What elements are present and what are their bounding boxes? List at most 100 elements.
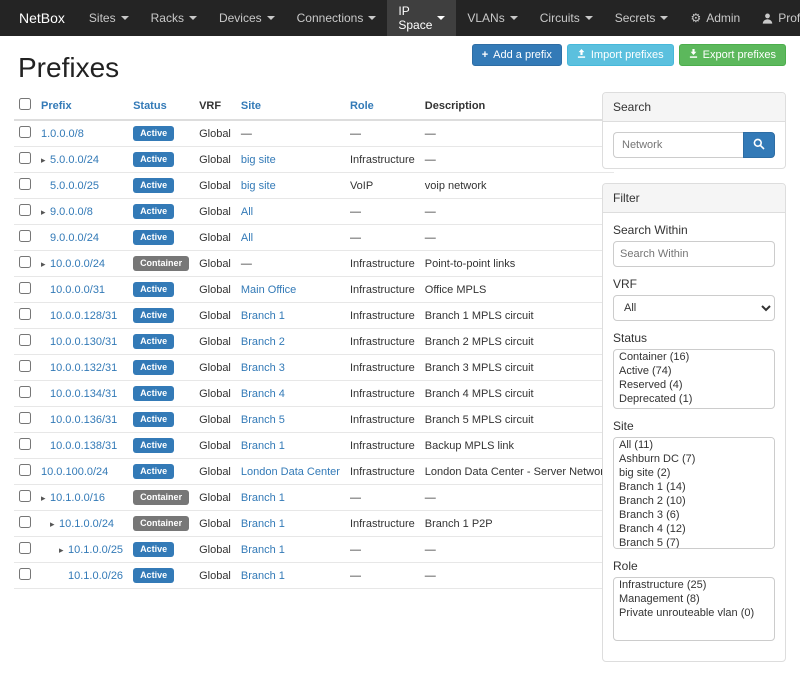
prefix-link[interactable]: 10.0.100.0/24: [41, 466, 108, 478]
role-filter-select[interactable]: Infrastructure (25)Management (8)Private…: [613, 577, 775, 641]
row-checkbox[interactable]: [19, 412, 31, 424]
select-option[interactable]: Branch 5 (7): [614, 536, 774, 549]
select-option[interactable]: Deprecated (1): [614, 392, 774, 406]
description-value: —: [425, 570, 436, 582]
select-option[interactable]: Branch 2 (10): [614, 494, 774, 508]
row-checkbox[interactable]: [19, 490, 31, 502]
select-option[interactable]: Management (8): [614, 592, 774, 606]
select-option[interactable]: Active (74): [614, 364, 774, 378]
vrf-select[interactable]: All: [613, 295, 775, 321]
select-option[interactable]: Ashburn DC (7): [614, 452, 774, 466]
prefix-link[interactable]: 10.1.0.0/26: [68, 570, 123, 582]
prefix-link[interactable]: 5.0.0.0/24: [50, 154, 99, 166]
add-prefix-button[interactable]: + Add a prefix: [472, 44, 562, 66]
select-option[interactable]: Infrastructure (25): [614, 578, 774, 592]
row-checkbox[interactable]: [19, 178, 31, 190]
row-checkbox[interactable]: [19, 308, 31, 320]
site-link[interactable]: Branch 1: [241, 544, 285, 556]
site-link[interactable]: London Data Center: [241, 466, 340, 478]
row-checkbox[interactable]: [19, 256, 31, 268]
nav-item-ip-space[interactable]: IP Space: [387, 0, 456, 36]
prefix-link[interactable]: 10.0.0.128/31: [50, 310, 117, 322]
prefix-link[interactable]: 10.0.0.136/31: [50, 414, 117, 426]
site-link[interactable]: Main Office: [241, 284, 296, 296]
row-checkbox[interactable]: [19, 334, 31, 346]
site-link[interactable]: Branch 1: [241, 440, 285, 452]
site-link[interactable]: All: [241, 206, 253, 218]
column-header-site[interactable]: Site: [241, 100, 261, 112]
row-checkbox[interactable]: [19, 386, 31, 398]
search-within-input[interactable]: [613, 241, 775, 267]
site-link[interactable]: Branch 1: [241, 570, 285, 582]
navbar-menu: Sites Racks Devices Connections IP Space…: [78, 0, 680, 36]
select-option[interactable]: Branch 3 (6): [614, 508, 774, 522]
site-link[interactable]: Branch 2: [241, 336, 285, 348]
nav-item-racks[interactable]: Racks: [140, 0, 208, 36]
site-link[interactable]: Branch 1: [241, 492, 285, 504]
hierarchy-arrow-icon: ▸: [41, 207, 50, 218]
row-checkbox[interactable]: [19, 126, 31, 138]
prefix-link[interactable]: 5.0.0.0/25: [50, 180, 99, 192]
nav-item-connections[interactable]: Connections: [286, 0, 388, 36]
select-option[interactable]: big site (2): [614, 466, 774, 480]
row-checkbox[interactable]: [19, 152, 31, 164]
column-header-role[interactable]: Role: [350, 100, 374, 112]
search-input[interactable]: [613, 132, 743, 158]
nav-item-profile[interactable]: Profile: [751, 0, 800, 36]
row-checkbox[interactable]: [19, 204, 31, 216]
site-link[interactable]: All: [241, 232, 253, 244]
select-option[interactable]: Reserved (4): [614, 378, 774, 392]
prefix-link[interactable]: 10.0.0.130/31: [50, 336, 117, 348]
import-prefixes-button[interactable]: Import prefixes: [567, 44, 674, 66]
nav-item-circuits[interactable]: Circuits: [529, 0, 604, 36]
prefix-link[interactable]: 10.0.0.0/31: [50, 284, 105, 296]
navbar-brand[interactable]: NetBox: [6, 0, 78, 36]
prefix-link[interactable]: 10.1.0.0/25: [68, 544, 123, 556]
filter-panel: Filter Search Within VRF All Status Cont…: [602, 183, 786, 662]
row-indent: [41, 419, 50, 420]
row-checkbox[interactable]: [19, 230, 31, 242]
site-link[interactable]: Branch 1: [241, 310, 285, 322]
prefix-link[interactable]: 10.1.0.0/16: [50, 492, 105, 504]
row-checkbox[interactable]: [19, 516, 31, 528]
select-option[interactable]: All (11): [614, 438, 774, 452]
row-checkbox[interactable]: [19, 282, 31, 294]
column-header-prefix[interactable]: Prefix: [41, 100, 72, 112]
description-value: London Data Center - Server Network: [425, 466, 610, 478]
select-option[interactable]: Container (16): [614, 350, 774, 364]
nav-item-devices[interactable]: Devices: [208, 0, 286, 36]
select-all-checkbox[interactable]: [19, 98, 31, 110]
site-filter-select[interactable]: All (11)Ashburn DC (7)big site (2)Branch…: [613, 437, 775, 549]
prefix-link[interactable]: 10.0.0.134/31: [50, 388, 117, 400]
column-header-status[interactable]: Status: [133, 100, 167, 112]
site-link[interactable]: Branch 5: [241, 414, 285, 426]
search-button[interactable]: [743, 132, 775, 158]
prefix-link[interactable]: 10.0.0.132/31: [50, 362, 117, 374]
site-link[interactable]: Branch 1: [241, 518, 285, 530]
site-link[interactable]: big site: [241, 180, 276, 192]
prefix-link[interactable]: 9.0.0.0/24: [50, 232, 99, 244]
select-option[interactable]: Branch 4 (12): [614, 522, 774, 536]
site-link[interactable]: Branch 3: [241, 362, 285, 374]
prefix-link[interactable]: 10.0.0.0/24: [50, 258, 105, 270]
prefix-link[interactable]: 1.0.0.0/8: [41, 128, 84, 140]
nav-item-admin[interactable]: ⚙ Admin: [679, 0, 751, 36]
prefix-link[interactable]: 10.1.0.0/24: [59, 518, 114, 530]
site-link[interactable]: big site: [241, 154, 276, 166]
export-prefixes-button[interactable]: Export prefixes: [679, 44, 786, 66]
nav-item-sites[interactable]: Sites: [78, 0, 140, 36]
row-checkbox[interactable]: [19, 464, 31, 476]
select-option[interactable]: Private unrouteable vlan (0): [614, 606, 774, 620]
row-checkbox[interactable]: [19, 568, 31, 580]
row-checkbox[interactable]: [19, 438, 31, 450]
row-checkbox[interactable]: [19, 360, 31, 372]
nav-item-vlans[interactable]: VLANs: [456, 0, 528, 36]
nav-item-secrets[interactable]: Secrets: [604, 0, 680, 36]
status-filter-select[interactable]: Container (16)Active (74)Reserved (4)Dep…: [613, 349, 775, 409]
site-link[interactable]: Branch 4: [241, 388, 285, 400]
prefix-link[interactable]: 9.0.0.0/8: [50, 206, 93, 218]
prefix-link[interactable]: 10.0.0.138/31: [50, 440, 117, 452]
role-value: —: [350, 128, 361, 140]
row-checkbox[interactable]: [19, 542, 31, 554]
select-option[interactable]: Branch 1 (14): [614, 480, 774, 494]
